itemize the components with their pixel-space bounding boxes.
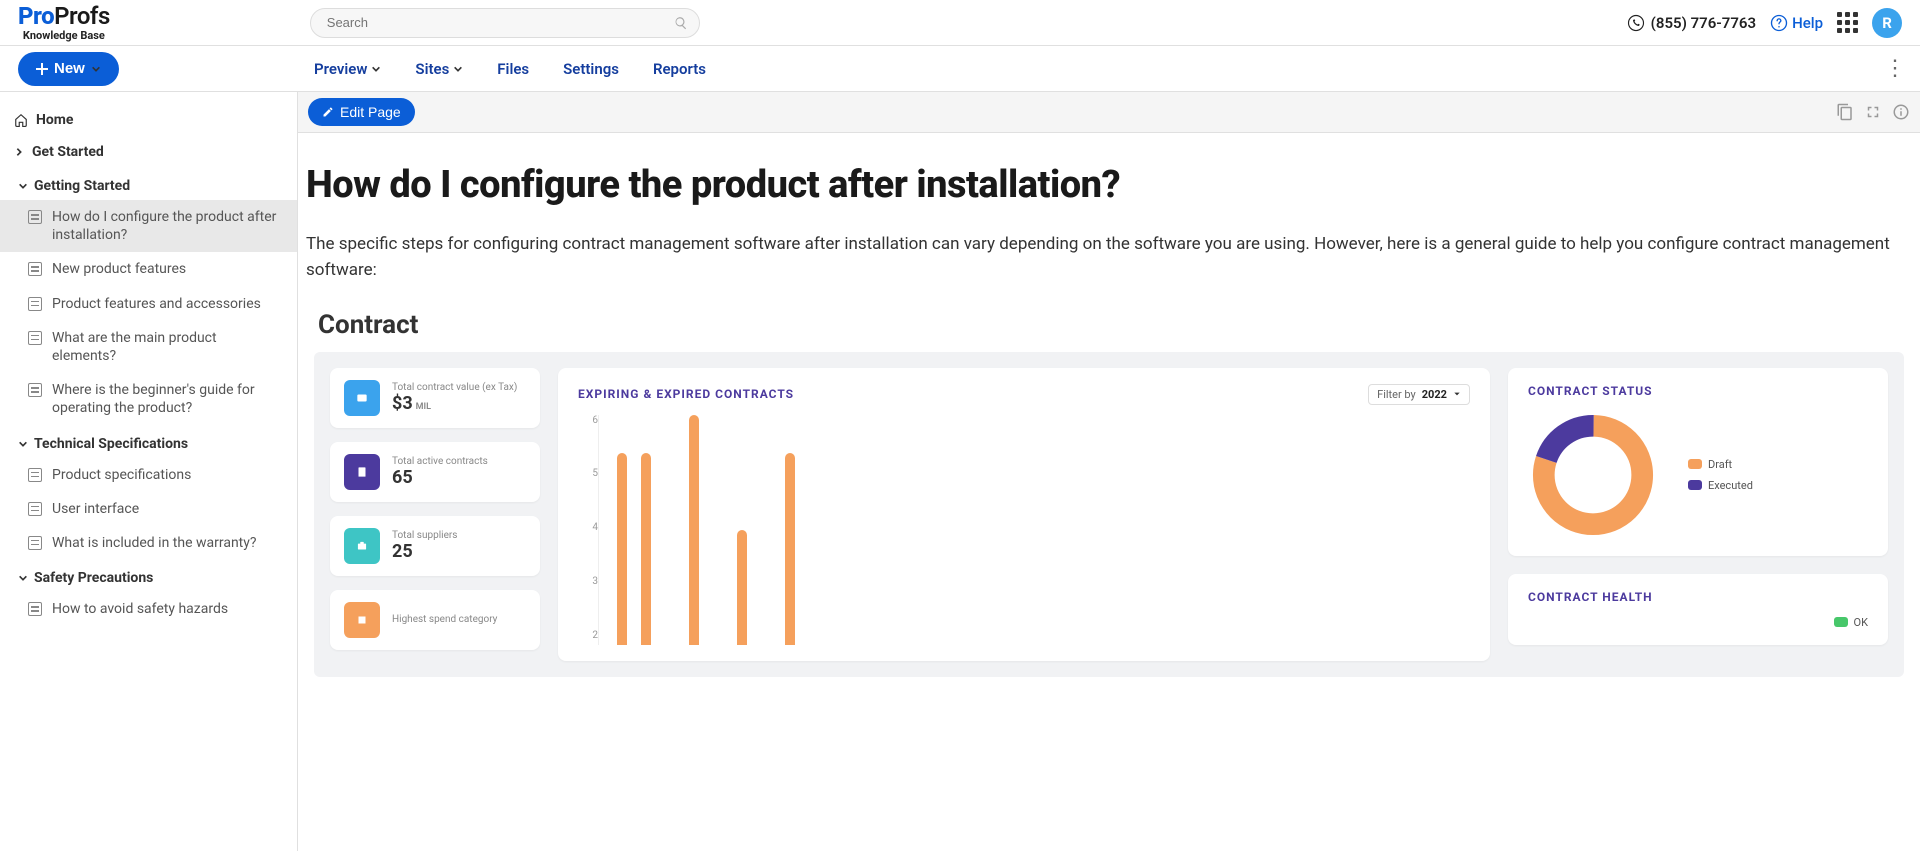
article-body: The specific steps for configuring contr… bbox=[306, 231, 1912, 284]
new-button[interactable]: New bbox=[18, 52, 119, 86]
doc-icon bbox=[28, 262, 42, 276]
filter-button[interactable]: Filter by 2022 bbox=[1368, 384, 1470, 405]
sidebar-item-hazards[interactable]: How to avoid safety hazards bbox=[0, 592, 297, 626]
dashboard-image: Contract Total contract value (ex Tax)$3… bbox=[306, 304, 1912, 677]
chevron-down-icon bbox=[91, 64, 101, 74]
help-icon bbox=[1770, 14, 1788, 32]
section-label: Getting Started bbox=[34, 178, 130, 194]
stat-card-active: Total active contracts65 bbox=[330, 442, 540, 502]
tag-icon bbox=[344, 602, 380, 638]
dollar-icon bbox=[344, 380, 380, 416]
document-icon bbox=[344, 454, 380, 490]
menu-sites[interactable]: Sites bbox=[415, 60, 463, 78]
doc-icon bbox=[28, 297, 42, 311]
chevron-right-icon bbox=[14, 147, 24, 157]
doc-icon bbox=[28, 383, 42, 397]
status-donut-chart bbox=[1528, 410, 1658, 540]
logo-pro: Pro bbox=[18, 2, 54, 30]
chevron-down-icon bbox=[18, 439, 28, 449]
logo-profs: Profs bbox=[54, 2, 110, 30]
sidebar-section-safety[interactable]: Safety Precautions bbox=[0, 560, 297, 592]
chevron-down-icon bbox=[453, 64, 463, 74]
briefcase-icon bbox=[344, 528, 380, 564]
expiring-title: EXPIRING & EXPIRED CONTRACTS bbox=[578, 387, 794, 401]
sidebar-item-features[interactable]: New product features bbox=[0, 252, 297, 286]
pencil-icon bbox=[322, 106, 334, 118]
legend-ok: OK bbox=[1834, 616, 1868, 629]
search-icon bbox=[674, 16, 688, 30]
chevron-down-icon bbox=[1453, 390, 1461, 398]
stat-card-suppliers: Total suppliers25 bbox=[330, 516, 540, 576]
status-card: CONTRACT STATUS Draft Executed bbox=[1508, 368, 1888, 556]
section-label: Safety Precautions bbox=[34, 570, 153, 586]
phone-icon bbox=[1627, 14, 1645, 32]
menu-settings[interactable]: Settings bbox=[563, 60, 619, 78]
phone-number: (855) 776-7763 bbox=[1651, 14, 1756, 32]
plus-icon bbox=[36, 63, 48, 75]
sidebar-section-getting-started[interactable]: Getting Started bbox=[0, 168, 297, 200]
sidebar-item-beginners[interactable]: Where is the beginner's guide for operat… bbox=[0, 373, 297, 425]
page-title: How do I configure the product after ins… bbox=[306, 163, 1912, 207]
expand-icon[interactable] bbox=[1864, 103, 1882, 121]
sidebar: Home Get Started Getting Started How do … bbox=[0, 92, 298, 851]
sidebar-item-elements[interactable]: What are the main product elements? bbox=[0, 321, 297, 373]
help-link[interactable]: Help bbox=[1770, 14, 1823, 32]
phone-link[interactable]: (855) 776-7763 bbox=[1627, 14, 1756, 32]
menu-reports[interactable]: Reports bbox=[653, 60, 706, 78]
sidebar-get-started[interactable]: Get Started bbox=[0, 136, 297, 168]
doc-icon bbox=[28, 331, 42, 345]
brand-logo[interactable]: ProProfs Knowledge Base bbox=[18, 4, 110, 41]
sidebar-get-started-label: Get Started bbox=[32, 144, 104, 160]
kebab-menu-icon[interactable]: ⋮ bbox=[1878, 56, 1912, 81]
doc-icon bbox=[28, 536, 42, 550]
new-button-label: New bbox=[54, 60, 85, 77]
sidebar-section-technical[interactable]: Technical Specifications bbox=[0, 426, 297, 458]
edit-page-label: Edit Page bbox=[340, 104, 401, 120]
doc-icon bbox=[28, 602, 42, 616]
chevron-down-icon bbox=[18, 573, 28, 583]
stat-card-spend: Highest spend category bbox=[330, 590, 540, 650]
article: How do I configure the product after ins… bbox=[298, 133, 1920, 707]
chevron-down-icon bbox=[371, 64, 381, 74]
sidebar-home-label: Home bbox=[36, 112, 73, 128]
apps-menu-icon[interactable] bbox=[1837, 12, 1858, 33]
search-input[interactable] bbox=[310, 8, 700, 38]
secondary-bar: New Preview Sites Files Settings Reports… bbox=[0, 46, 1920, 92]
logo-subtext: Knowledge Base bbox=[23, 30, 105, 41]
legend-draft: Draft bbox=[1688, 458, 1753, 471]
status-title: CONTRACT STATUS bbox=[1528, 384, 1868, 398]
top-bar: ProProfs Knowledge Base (855) 776-7763 H… bbox=[0, 0, 1920, 46]
sidebar-item-warranty[interactable]: What is included in the warranty? bbox=[0, 526, 297, 560]
avatar[interactable]: R bbox=[1872, 8, 1902, 38]
bar-chart: 65432 bbox=[578, 415, 1470, 645]
home-icon bbox=[14, 113, 28, 127]
expiring-chart-card: EXPIRING & EXPIRED CONTRACTS Filter by 2… bbox=[558, 368, 1490, 661]
sidebar-home[interactable]: Home bbox=[0, 104, 297, 136]
doc-icon bbox=[28, 468, 42, 482]
stat-card-total-value: Total contract value (ex Tax)$3MIL bbox=[330, 368, 540, 428]
sidebar-item-accessories[interactable]: Product features and accessories bbox=[0, 287, 297, 321]
copy-icon[interactable] bbox=[1836, 103, 1854, 121]
sidebar-item-ui[interactable]: User interface bbox=[0, 492, 297, 526]
edit-page-button[interactable]: Edit Page bbox=[308, 98, 415, 126]
sidebar-item-configure[interactable]: How do I configure the product after ins… bbox=[0, 200, 297, 252]
doc-icon bbox=[28, 502, 42, 516]
sidebar-item-specs[interactable]: Product specifications bbox=[0, 458, 297, 492]
legend-executed: Executed bbox=[1688, 479, 1753, 492]
menu-bar: Preview Sites Files Settings Reports bbox=[298, 60, 706, 78]
help-label: Help bbox=[1792, 14, 1823, 32]
health-title: CONTRACT HEALTH bbox=[1528, 590, 1868, 604]
health-card: CONTRACT HEALTH OK bbox=[1508, 574, 1888, 645]
doc-icon bbox=[28, 210, 42, 224]
content-toolbar: Edit Page bbox=[298, 92, 1920, 133]
menu-preview[interactable]: Preview bbox=[314, 60, 381, 78]
dashboard-title: Contract bbox=[314, 304, 1904, 352]
chevron-down-icon bbox=[18, 181, 28, 191]
info-icon[interactable] bbox=[1892, 103, 1910, 121]
menu-files[interactable]: Files bbox=[497, 60, 529, 78]
section-label: Technical Specifications bbox=[34, 436, 188, 452]
content-area: Edit Page How do I configure the product… bbox=[298, 92, 1920, 851]
